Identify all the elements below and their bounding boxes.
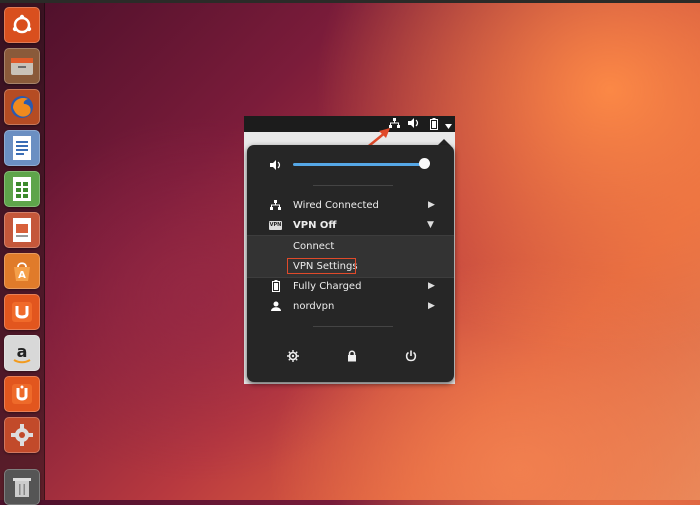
menu-item-battery[interactable]: Fully Charged ▶	[247, 277, 454, 297]
ubuntu-one-icon[interactable]	[4, 294, 40, 330]
chevron-down-icon: ▼	[427, 220, 434, 230]
system-settings-icon[interactable]	[4, 417, 40, 453]
volume-icon	[270, 160, 282, 173]
firefox-icon[interactable]	[4, 89, 40, 125]
separator	[313, 326, 393, 327]
settings-icon[interactable]	[287, 347, 299, 366]
writer-icon[interactable]	[4, 130, 40, 166]
volume-icon[interactable]	[408, 118, 420, 132]
menu-item-label: VPN Off	[293, 220, 337, 231]
menu-item-label: Fully Charged	[293, 281, 362, 292]
menu-item-user[interactable]: nordvpn ▶	[247, 297, 454, 317]
system-menu: Wired Connected ▶ VPN VPN Off ▼ Connect …	[247, 145, 454, 382]
menu-item-label: Connect	[293, 241, 335, 252]
network-icon	[270, 200, 281, 213]
separator	[313, 185, 393, 186]
dropdown-icon[interactable]	[445, 121, 452, 133]
calc-icon[interactable]	[4, 171, 40, 207]
menu-item-connect[interactable]: Connect	[247, 237, 454, 257]
amazon-icon[interactable]: a	[4, 335, 40, 371]
user-icon	[271, 301, 281, 314]
chevron-right-icon: ▶	[428, 200, 435, 210]
menu-item-label: nordvpn	[293, 301, 335, 312]
menu-item-label: Wired Connected	[293, 200, 379, 211]
lock-icon[interactable]	[347, 347, 357, 366]
ubuntu-one-music-icon[interactable]	[4, 376, 40, 412]
files-icon[interactable]	[4, 48, 40, 84]
svg-text:a: a	[17, 342, 28, 361]
menu-item-wired[interactable]: Wired Connected ▶	[247, 196, 454, 216]
volume-slider[interactable]	[293, 163, 424, 166]
top-strip	[0, 0, 700, 3]
volume-slider-knob[interactable]	[419, 158, 430, 169]
battery-icon	[272, 280, 280, 295]
launcher: A a	[0, 3, 45, 505]
chevron-right-icon: ▶	[428, 301, 435, 311]
battery-icon[interactable]	[430, 118, 438, 134]
vpn-icon: VPN	[269, 221, 282, 230]
chevron-right-icon: ▶	[428, 281, 435, 291]
impress-icon[interactable]	[4, 212, 40, 248]
ubuntu-dash-icon[interactable]	[4, 7, 40, 43]
vpn-settings-highlight	[287, 258, 356, 274]
menu-item-vpn[interactable]: VPN VPN Off ▼	[247, 216, 454, 236]
software-center-icon[interactable]: A	[4, 253, 40, 289]
power-icon[interactable]	[405, 347, 417, 366]
svg-text:A: A	[18, 270, 26, 281]
